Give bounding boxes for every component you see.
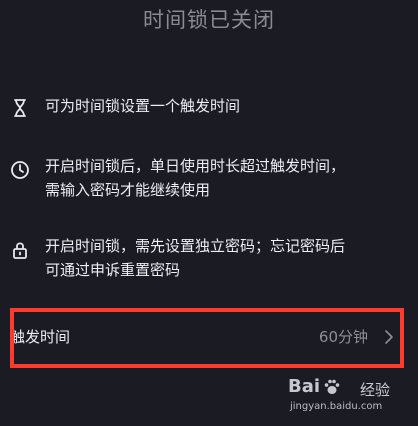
page-title: 时间锁已关闭 xyxy=(143,8,275,32)
feature-text-line2: 需输入密码才能继续使用 xyxy=(45,181,211,199)
lock-icon xyxy=(10,240,30,260)
watermark-url: jingyan.baidu.com xyxy=(290,401,383,412)
clock-icon xyxy=(10,160,30,180)
feature-text: 可为时间锁设置一个触发时间 xyxy=(45,97,241,115)
feature-text-line1: 开启时间锁后，单日使用时长超过触发时间， xyxy=(45,157,346,175)
watermark-brand: Bai xyxy=(288,376,321,397)
annotation-highlight-box xyxy=(10,308,404,368)
watermark-suffix: 经验 xyxy=(360,381,391,399)
feature-text-line2: 可通过申诉重置密码 xyxy=(45,261,181,279)
paw-logo-icon xyxy=(323,378,341,396)
baidu-jingyan-watermark: Bai 经验 jingyan.baidu.com xyxy=(288,376,406,420)
feature-text-line1: 开启时间锁，需先设置独立密码；忘记密码后 xyxy=(45,237,346,255)
hourglass-icon xyxy=(10,98,30,118)
